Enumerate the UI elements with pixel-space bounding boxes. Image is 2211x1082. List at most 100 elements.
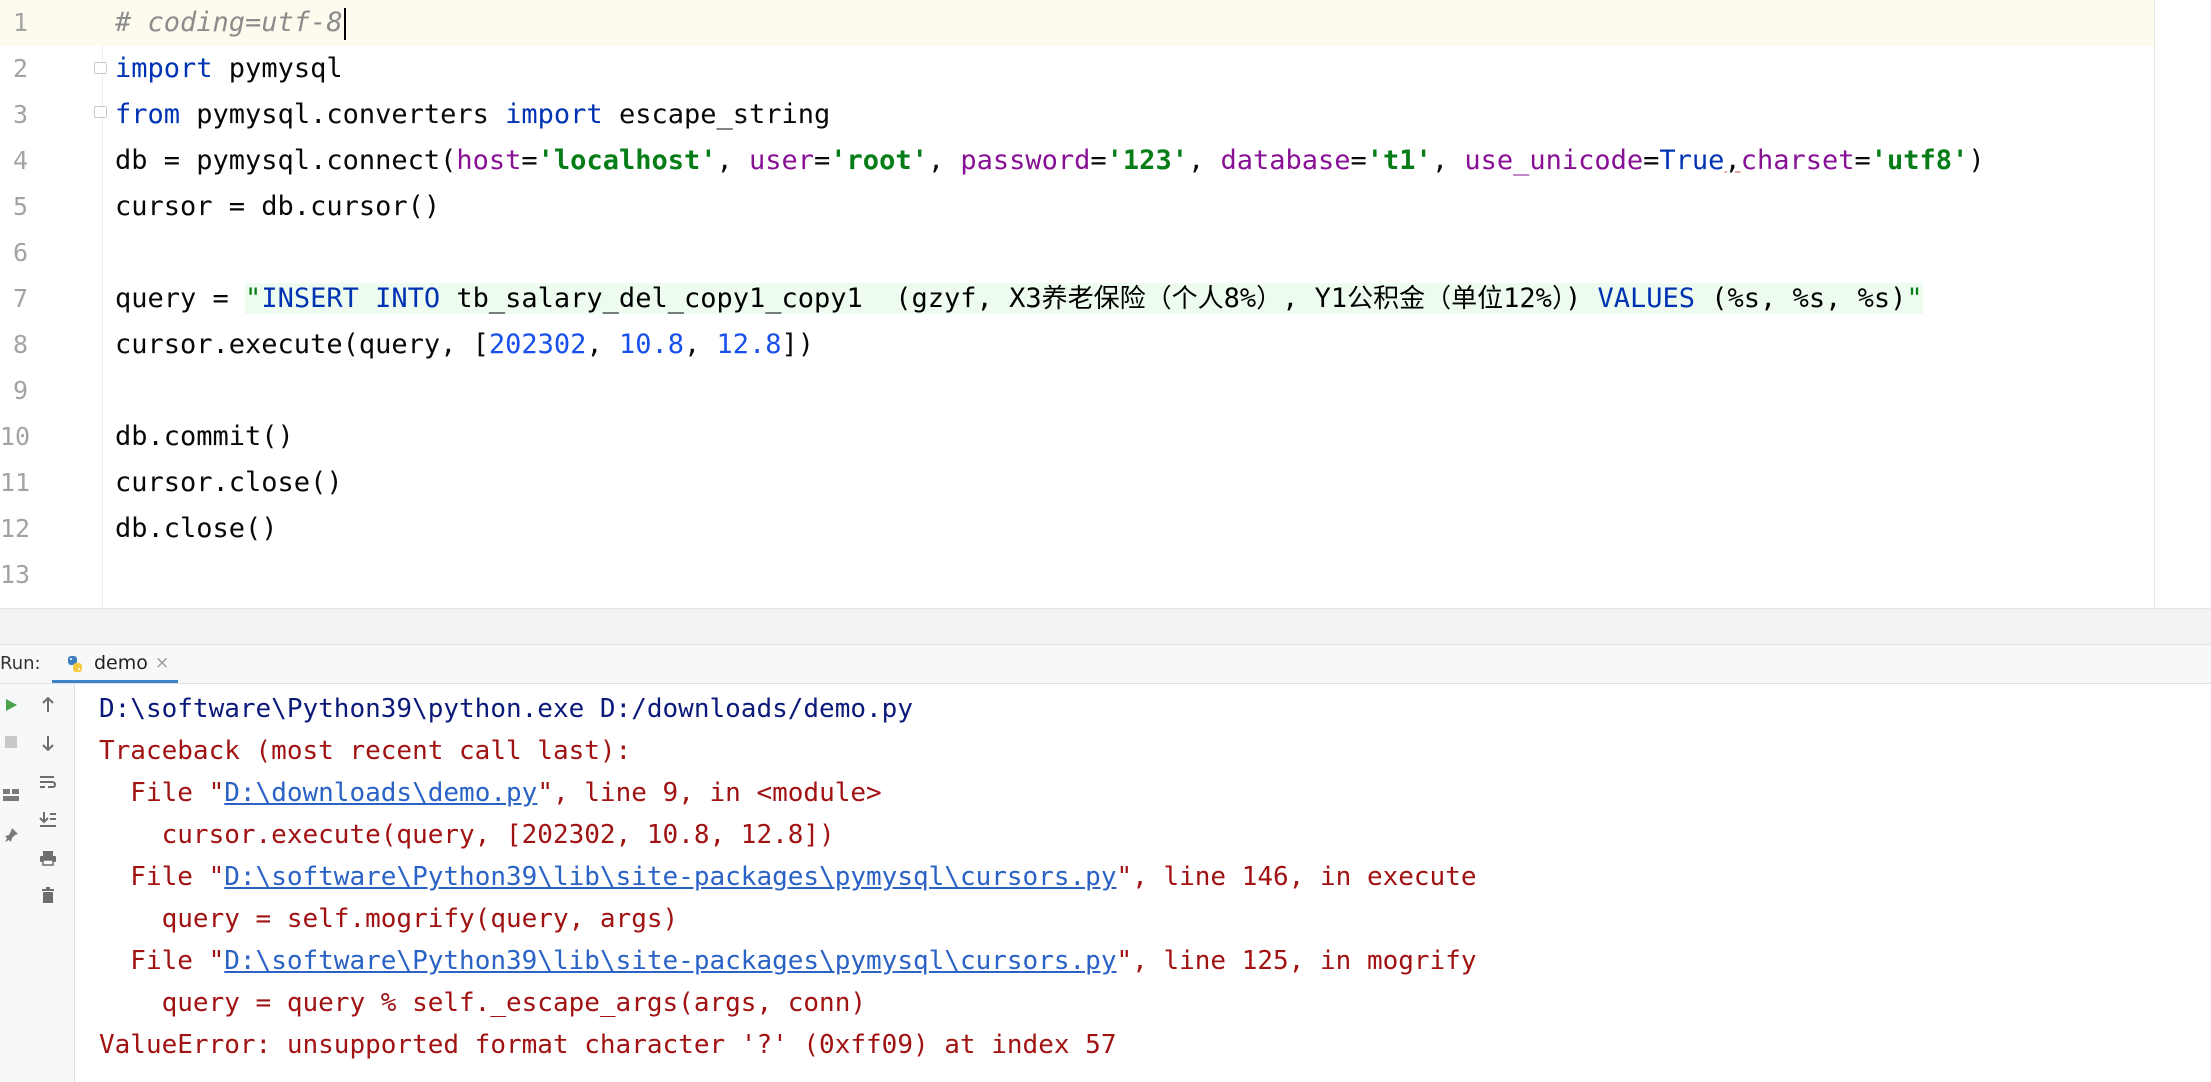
code-token: = [814, 145, 831, 176]
code-token: query = [115, 283, 246, 314]
kwarg-host: host [456, 145, 522, 176]
close-icon[interactable]: × [155, 645, 169, 681]
code-token: , [586, 329, 619, 360]
number: 10.8 [618, 329, 684, 360]
frame-prefix: File " [99, 862, 225, 892]
code-text[interactable]: db.commit() [115, 414, 294, 460]
pin-icon[interactable] [0, 824, 22, 846]
code-line-7[interactable]: 7 query = "INSERT INTO tb_salary_del_cop… [0, 276, 2154, 322]
soft-wrap-icon[interactable] [37, 771, 59, 793]
console-command-line: D:\software\Python39\python.exe D:/downl… [99, 694, 913, 724]
traceback-frame-3: File "D:\software\Python39\lib\site-pack… [99, 940, 1476, 982]
code-token: , [1431, 145, 1465, 176]
code-token: pymysql [212, 53, 343, 84]
code-line-5[interactable]: 5 cursor = db.cursor() [0, 184, 2154, 230]
line-number: 12 [0, 514, 31, 543]
code-editor[interactable]: 1 # coding=utf-8 2 import pymysql 3 from… [0, 0, 2211, 608]
sql-identifier: ) [1564, 283, 1598, 314]
trash-icon[interactable] [37, 884, 59, 906]
code-line-8[interactable]: 8 cursor.execute(query, [202302, 10.8, 1… [0, 322, 2154, 368]
code-text[interactable]: cursor.close() [115, 460, 343, 506]
code-token: = [1643, 145, 1660, 176]
kwarg-user: user [749, 145, 815, 176]
sql-cjk-text: 养老保险（个人 [1041, 284, 1224, 314]
fold-end-icon[interactable] [94, 106, 107, 118]
line-number: 2 [12, 54, 28, 83]
code-text[interactable]: db.close() [115, 506, 278, 552]
code-token: = [1854, 145, 1871, 176]
code-token: , [683, 329, 717, 360]
traceback-frame-1: File "D:\downloads\demo.py", line 9, in … [99, 772, 882, 814]
scroll-to-end-icon[interactable] [37, 808, 59, 830]
kwarg-database: database [1220, 145, 1351, 176]
code-line-10[interactable]: 10 db.commit() [0, 414, 2154, 460]
kwarg-charset: charset [1740, 145, 1855, 176]
code-text[interactable]: from pymysql.converters import escape_st… [115, 92, 830, 138]
python-icon [68, 656, 82, 672]
code-token: = [1090, 145, 1107, 176]
up-arrow-icon[interactable] [37, 694, 59, 716]
file-link[interactable]: D:\software\Python39\lib\site-packages\p… [224, 862, 1116, 892]
code-text[interactable]: query = "INSERT INTO tb_salary_del_copy1… [115, 276, 1923, 322]
code-line-12[interactable]: 12 db.close() [0, 506, 2154, 552]
right-margin-guide [2154, 0, 2155, 608]
code-line-13[interactable]: 13 [0, 552, 2154, 598]
down-arrow-icon[interactable] [37, 732, 59, 754]
layout-icon[interactable] [0, 784, 22, 806]
line-number: 9 [12, 376, 28, 405]
code-line-3[interactable]: 3 from pymysql.converters import escape_… [0, 92, 2154, 138]
code-line-2[interactable]: 2 import pymysql [0, 46, 2154, 92]
traceback-code-2: query = self.mogrify(query, args) [99, 904, 679, 934]
rerun-icon[interactable] [0, 694, 22, 716]
run-console-toolbar [22, 684, 75, 1082]
code-token: escape_string [602, 99, 831, 130]
code-token: , [716, 145, 749, 176]
sql-cjk-text: 公积金（单位 [1347, 284, 1504, 314]
file-link[interactable]: D:\downloads\demo.py [224, 778, 537, 808]
line-number: 6 [12, 238, 28, 267]
sql-identifier: 12% [1503, 283, 1552, 314]
sql-identifier: (%s, %s, %s) [1695, 283, 1907, 314]
sql-string-literal: "INSERT INTO tb_salary_del_copy1_copy1 (… [245, 283, 1923, 314]
code-token: , [927, 145, 961, 176]
code-line-9[interactable]: 9 [0, 368, 2154, 414]
code-token: = [521, 145, 538, 176]
sql-keyword: INSERT INTO [261, 283, 441, 314]
code-token: ]) [781, 329, 815, 360]
panel-splitter[interactable] [0, 608, 2211, 645]
code-token: , [1187, 145, 1221, 176]
run-tab-demo[interactable]: demo × [52, 645, 178, 683]
file-link[interactable]: D:\software\Python39\lib\site-packages\p… [224, 946, 1116, 976]
line-number: 13 [0, 560, 31, 589]
traceback-frame-2: File "D:\software\Python39\lib\site-pack… [99, 856, 1477, 898]
code-text[interactable]: cursor = db.cursor() [115, 184, 440, 230]
kwarg-password: password [960, 145, 1091, 176]
frame-location: ", line 9, in <module> [537, 778, 882, 808]
code-line-6[interactable]: 6 [0, 230, 2154, 276]
line-number: 5 [12, 192, 28, 221]
number: 12.8 [716, 329, 782, 360]
code-text[interactable]: # coding=utf-8 [115, 0, 346, 46]
line-number: 3 [12, 100, 28, 129]
frame-prefix: File " [99, 778, 225, 808]
fold-toggle-icon[interactable] [94, 62, 107, 74]
print-icon[interactable] [37, 847, 59, 869]
code-text[interactable]: db = pymysql.connect(host='localhost', u… [115, 138, 1985, 184]
code-text[interactable]: cursor.execute(query, [202302, 10.8, 12.… [115, 322, 814, 368]
code-line-4[interactable]: 4 db = pymysql.connect(host='localhost',… [0, 138, 2154, 184]
code-line-11[interactable]: 11 cursor.close() [0, 460, 2154, 506]
code-line-1[interactable]: 1 # coding=utf-8 [0, 0, 2154, 46]
frame-location: ", line 146, in execute [1116, 862, 1477, 892]
code-token: ) [1968, 145, 1985, 176]
text-caret [343, 7, 346, 40]
traceback-code-3: query = query % self._escape_args(args, … [99, 988, 867, 1018]
code-text[interactable]: import pymysql [115, 46, 343, 92]
frame-prefix: File " [99, 946, 225, 976]
kwarg-use-unicode: use_unicode [1464, 145, 1644, 176]
quote: " [1906, 283, 1923, 314]
run-console-output[interactable]: D:\software\Python39\python.exe D:/downl… [75, 684, 2211, 1082]
code-token: , [1724, 145, 1741, 176]
comment: # coding=utf-8 [115, 7, 343, 38]
stop-icon[interactable] [0, 731, 22, 753]
code-token: pymysql.converters [180, 99, 506, 130]
